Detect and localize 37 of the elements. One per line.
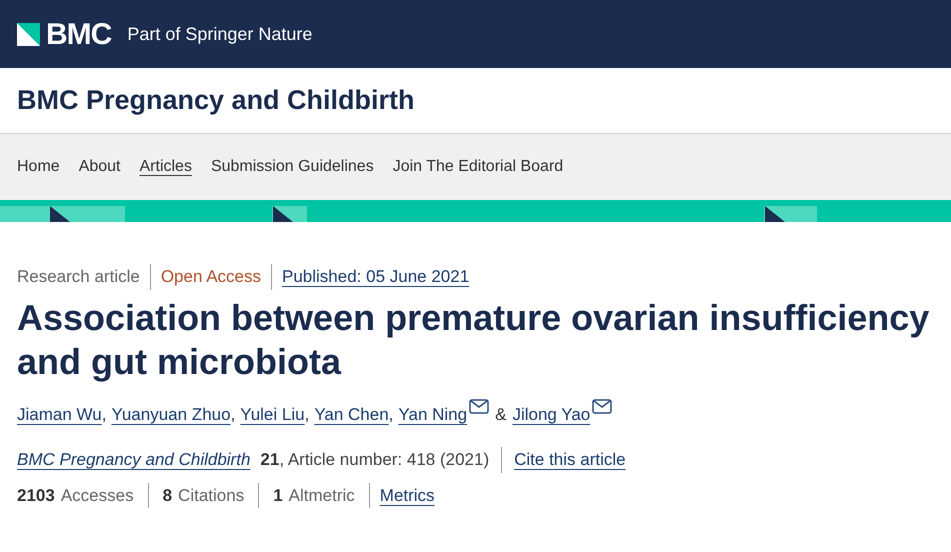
metric-label: Altmetric [288, 484, 355, 506]
author-separator: , [388, 404, 394, 426]
author-link[interactable]: Jiaman Wu [17, 402, 102, 427]
email-icon[interactable] [469, 398, 490, 414]
metrics-link[interactable]: Metrics [370, 482, 435, 508]
author-link[interactable]: Yulei Liu [240, 402, 305, 427]
logo-text[interactable]: BMC [46, 12, 112, 56]
metric-label: Citations [178, 484, 244, 506]
author-link[interactable]: Yan Chen [314, 402, 389, 427]
journal-title[interactable]: BMC Pregnancy and Childbirth [17, 80, 415, 121]
author-link[interactable]: Yan Ning [398, 402, 468, 427]
nav-link[interactable]: Submission Guidelines [210, 155, 374, 179]
metric-label: Accesses [60, 484, 134, 506]
nav-link[interactable]: Join The Editorial Board [392, 155, 564, 179]
metric-value: 8 [162, 484, 172, 506]
author-link[interactable]: Yuanyuan Zhuo [111, 402, 231, 427]
article-title: Association between premature ovarian insufficiency and gut microbiota [17, 296, 930, 384]
author-separator: , [230, 404, 236, 426]
article-details: , Article number: 418 (2021) [279, 447, 502, 472]
author-link[interactable]: Jilong Yao [512, 402, 590, 427]
author-separator: , [102, 404, 106, 426]
journal-link[interactable]: BMC Pregnancy and Childbirth [17, 447, 250, 472]
access-label: Open Access [150, 264, 272, 290]
nav-link[interactable]: Articles [140, 155, 192, 179]
nav-link[interactable]: About [78, 155, 120, 179]
metric-value: 1 [273, 484, 283, 506]
author-separator: , [304, 404, 310, 426]
volume-number: 21 [260, 449, 280, 471]
author-separator: & [495, 404, 506, 426]
article-type: Research article [17, 264, 151, 290]
tagline: Part of Springer Nature [127, 22, 312, 46]
logo-icon [17, 22, 40, 46]
metric-value: 2103 [17, 484, 55, 506]
published-date[interactable]: Published: 05 June 2021 [272, 264, 470, 290]
email-icon[interactable] [592, 398, 612, 414]
nav-link[interactable]: Home [17, 155, 60, 179]
cite-link[interactable]: Cite this article [502, 447, 626, 472]
